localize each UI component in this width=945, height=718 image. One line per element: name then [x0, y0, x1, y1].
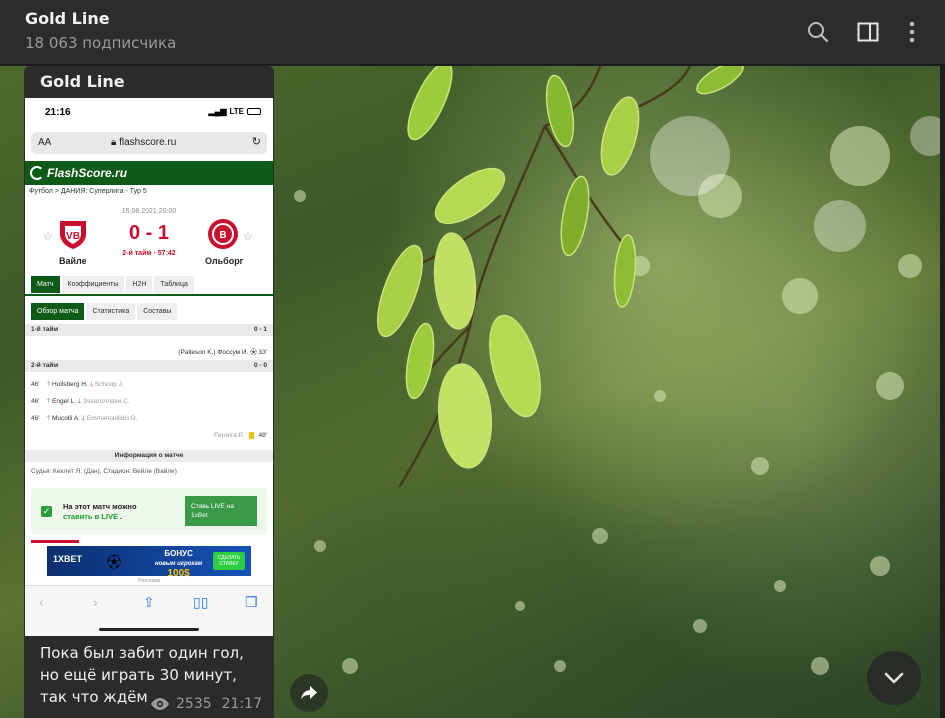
sub-out-icon: 🡓 [81, 415, 86, 422]
views-eye-icon [151, 698, 169, 710]
home-indicator [99, 628, 199, 631]
battery-icon [247, 108, 261, 115]
second-half-score: 0 - 0 [253, 362, 267, 369]
away-team-name: Ольборг [205, 256, 244, 266]
first-half-bar: 1-й тайм 0 - 1 [25, 324, 273, 336]
ad-banner: 1XBET ⚽︎ БОНУС новым игрокам 100$ СДЕЛАТ… [47, 546, 251, 579]
chat-header: Gold Line 18 063 подписчика [0, 0, 945, 65]
bookmarks-icon: ▯▯ [193, 594, 209, 610]
post-meta: 2535 21:17 [150, 696, 262, 712]
match-venue: Судья: Кехлет Я. (Дан), Стадион: Вейле (… [31, 468, 177, 475]
forward-arrow-icon [301, 686, 317, 700]
soccer-ball-icon: ⚽︎ [107, 554, 121, 570]
card-player: Ferreira P. [214, 432, 244, 440]
substitution-row: 46' 🡑 Mucolli A. 🡓 Emmanouilidis D. [31, 415, 138, 422]
sidebar-toggle-icon[interactable] [854, 18, 882, 46]
chevron-down-icon [884, 672, 904, 684]
card-event: Ferreira P. 48' [31, 432, 267, 439]
scrollbar-track[interactable] [940, 66, 945, 718]
match-tabs: Матч Коэффициенты H2H Таблица [31, 276, 194, 293]
favorite-star-icon: ☆ [243, 231, 253, 243]
subtab-overview: Обзор матча [31, 303, 85, 320]
view-count: 2535 [176, 696, 212, 712]
post-photo[interactable]: 21:16 ▂▄▆ LTE AA 🔒︎ flashscore.ru ↻ Flas… [25, 98, 273, 636]
sub-in-icon: 🡑 [46, 381, 51, 388]
more-vertical-icon[interactable] [898, 18, 926, 46]
ad-label: Реклама [137, 578, 161, 584]
browser-toolbar: ‹ › ⇪ ▯▯ ❐ [25, 585, 273, 636]
first-half-label: 1-й тайм [31, 326, 59, 333]
subtab-lineups: Составы [137, 303, 178, 320]
flashscore-logo-icon [30, 166, 44, 180]
search-icon[interactable] [804, 18, 832, 46]
ball-icon: ⚽︎ [250, 349, 259, 356]
banner-button: СДЕЛАТЬ СТАВКУ [213, 552, 245, 570]
tab-table: Таблица [154, 276, 194, 293]
phone-time: 21:16 [45, 107, 71, 118]
banner-brand: 1XBET [53, 554, 83, 564]
tab-divider [25, 294, 273, 296]
url-text: flashscore.ru [119, 137, 177, 148]
forward-post-button[interactable] [290, 674, 328, 712]
first-half-score: 0 - 1 [253, 326, 267, 333]
post-time: 21:17 [221, 696, 262, 712]
reload-icon: ↻ [251, 136, 261, 148]
match-info-title: Информация о матче [25, 450, 273, 462]
match-subtabs: Обзор матча Статистика Составы [31, 303, 178, 320]
subscriber-count: 18 063 подписчика [25, 34, 177, 52]
live-bet-button: Ставь LIVE на 1xBet [185, 496, 257, 526]
goal-event: (Palleson K.) Фоссум И. ⚽︎ 33' [31, 346, 267, 356]
sub-in-icon: 🡑 [46, 398, 51, 405]
site-name: FlashScore.ru [47, 166, 128, 180]
scroll-down-button[interactable] [867, 651, 921, 705]
svg-text:B: B [219, 230, 226, 241]
subtab-stats: Статистика [86, 303, 136, 320]
back-icon: ‹ [39, 594, 44, 610]
reader-aa: AA [38, 137, 52, 148]
second-half-bar: 2-й тайм 0 - 0 [25, 360, 273, 372]
substitution-row: 46' 🡑 Hollsberg H. 🡓 Schoop J. [31, 381, 124, 388]
tab-h2h: H2H [126, 276, 153, 293]
sub-in-icon: 🡑 [46, 415, 51, 422]
banner-bonus-sub: новым игрокам [155, 561, 203, 567]
forward-icon: › [93, 594, 98, 610]
phone-status-bar: 21:16 ▂▄▆ LTE [25, 98, 273, 128]
banner-bonus: БОНУС [164, 549, 193, 558]
tabs-icon: ❐ [245, 594, 258, 610]
goal-scorer: (Palleson K.) Фоссум И. [178, 349, 249, 356]
signal-icon: ▂▄▆ [208, 107, 227, 116]
channel-post[interactable]: Gold Line 21:16 ▂▄▆ LTE AA 🔒︎ flashscore… [24, 66, 274, 718]
channel-title[interactable]: Gold Line [25, 9, 110, 28]
check-icon: ✓ [41, 506, 52, 517]
live-text-2: ставить в LIVE [63, 512, 118, 521]
tab-match: Матч [31, 276, 60, 293]
network-label: LTE [229, 107, 244, 116]
red-strip [31, 540, 79, 543]
card-minute: 48' [258, 432, 267, 440]
live-bet-box: ✓ На этот матч можно ставить в LIVE . Ст… [31, 488, 267, 534]
sub-out-icon: 🡓 [77, 398, 82, 405]
substitution-row: 46' 🡑 Engel L. 🡓 Эззатоллахи С. [31, 398, 130, 405]
browser-url-bar: AA 🔒︎ flashscore.ru ↻ [31, 132, 267, 154]
post-author[interactable]: Gold Line [40, 72, 125, 91]
sub-out-icon: 🡓 [89, 381, 93, 388]
share-sheet-icon: ⇪ [143, 594, 155, 610]
second-half-label: 2-й тайм [31, 362, 59, 369]
flashscore-header: FlashScore.ru [25, 161, 273, 185]
live-text-1: На этот матч можно [63, 502, 137, 511]
home-team-name: Вайле [59, 256, 87, 266]
away-team-crest-icon: B [208, 219, 238, 249]
tab-odds: Коэффициенты [61, 276, 125, 293]
match-breadcrumb: Футбол > ДАНИЯ: Суперлига - Тур 5 [29, 188, 147, 195]
yellow-card-icon [248, 432, 254, 439]
lock-icon: 🔒︎ [111, 137, 120, 148]
goal-minute: 33' [258, 349, 267, 356]
match-date: 16.08.2021 20:00 [121, 208, 177, 215]
